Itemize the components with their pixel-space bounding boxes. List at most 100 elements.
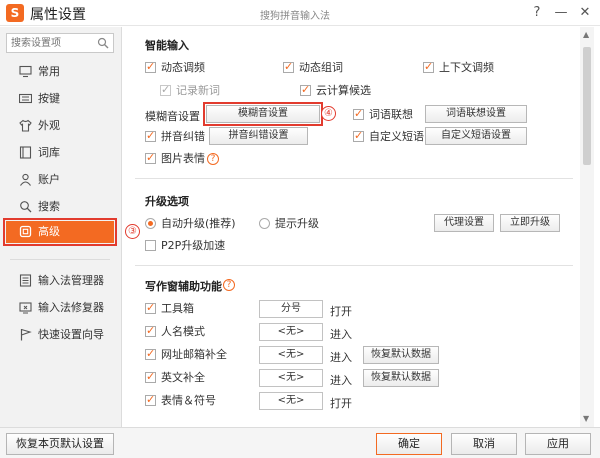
toolbox-hotkey-field[interactable]: 分号 [259, 300, 323, 318]
fuzzy-setting-button[interactable]: 模糊音设置 [203, 102, 323, 126]
ok-button[interactable]: 确定 [376, 433, 442, 455]
assist-row-checkbox[interactable]: 人名模式 [145, 324, 205, 339]
content-scrollbar[interactable]: ▲ ▼ [580, 27, 594, 427]
upgrade-now-button[interactable]: 立即升级 [500, 214, 560, 232]
checkbox-label: P2P升级加速 [161, 239, 226, 252]
sidebar-item-label: 外观 [38, 119, 60, 132]
url-email-hotkey-field[interactable]: <无> [259, 346, 323, 364]
checkbox-label: 工具箱 [161, 302, 194, 315]
title-bar: S 属性设置 搜狗拼音输入法 ? — ✕ [0, 0, 600, 26]
dynamic-words-checkbox[interactable]: 动态组词 [283, 60, 343, 75]
scroll-thumb[interactable] [583, 47, 591, 165]
checkbox-checked-icon [145, 370, 156, 383]
sidebar-item-account[interactable]: 账户 [6, 169, 114, 191]
assist-row-action: 进入 [330, 351, 352, 364]
radio-label: 自动升级(推荐) [161, 217, 236, 230]
checkbox-checked-icon [353, 107, 364, 120]
checkbox-checked-icon [145, 301, 156, 314]
custom-phrase-settings-button[interactable]: 自定义短语设置 [425, 127, 527, 145]
step-marker-4: ④ [321, 106, 336, 121]
section-divider [135, 265, 573, 266]
checkbox-label: 网址邮箱补全 [161, 348, 227, 361]
assist-row-action: 打开 [330, 305, 352, 318]
restore-default-data-button[interactable]: 恢复默认数据 [363, 369, 439, 387]
sidebar-tool-wizard[interactable]: 快速设置向导 [6, 324, 114, 346]
checkbox-checked-icon [160, 83, 171, 96]
auto-upgrade-radio[interactable]: 自动升级(推荐) [145, 217, 236, 231]
dynamic-freq-checkbox[interactable]: 动态调频 [145, 60, 205, 75]
section-title-upgrade: 升级选项 [145, 195, 189, 208]
help-button[interactable]: ? [528, 4, 546, 22]
word-assoc-checkbox[interactable]: 词语联想 [353, 107, 413, 122]
search-icon [20, 201, 32, 213]
minimize-button[interactable]: — [552, 4, 570, 22]
book-icon [19, 146, 32, 159]
emoji-help-icon[interactable]: ? [207, 153, 219, 165]
sidebar-item-label: 账户 [38, 173, 60, 186]
checkbox-checked-icon [145, 347, 156, 360]
pinyin-correct-settings-button[interactable]: 拼音纠错设置 [209, 127, 308, 145]
sidebar-item-label: 快速设置向导 [38, 328, 104, 341]
assist-row-checkbox[interactable]: 工具箱 [145, 301, 194, 316]
assist-help-icon[interactable]: ? [223, 279, 235, 291]
scroll-down-icon[interactable]: ▼ [583, 415, 591, 423]
checkbox-checked-icon [145, 60, 156, 73]
apply-button[interactable]: 应用 [525, 433, 591, 455]
checkbox-label: 动态组词 [299, 61, 343, 74]
sidebar-item-common[interactable]: 常用 [6, 61, 114, 83]
section-title-assist: 写作窗辅助功能 [145, 280, 222, 293]
assist-row-action: 进入 [330, 328, 352, 341]
sidebar-item-search[interactable]: 搜索 [6, 196, 114, 218]
emoji-symbol-hotkey-field[interactable]: <无> [259, 392, 323, 410]
display-icon [19, 65, 32, 78]
cancel-button[interactable]: 取消 [451, 433, 517, 455]
record-new-words-checkbox[interactable]: 记录新词 [160, 83, 220, 98]
checkbox-checked-icon [283, 60, 294, 73]
search-input[interactable] [7, 34, 93, 52]
advanced-icon [19, 225, 32, 238]
proxy-settings-button[interactable]: 代理设置 [434, 214, 494, 232]
window-subtitle: 搜狗拼音输入法 [260, 11, 330, 22]
search-box [6, 33, 114, 53]
radio-selected-icon [145, 218, 156, 229]
checkbox-unchecked-icon [145, 240, 156, 251]
restore-default-data-button[interactable]: 恢复默认数据 [363, 346, 439, 364]
pinyin-correct-checkbox[interactable]: 拼音纠错 [145, 129, 205, 144]
sidebar-item-keys[interactable]: 按键 [6, 88, 114, 110]
close-button[interactable]: ✕ [576, 4, 594, 22]
sidebar-item-lexicon[interactable]: 词库 [6, 142, 114, 164]
sidebar-item-advanced[interactable]: 高级 [3, 218, 117, 246]
english-complete-hotkey-field[interactable]: <无> [259, 369, 323, 387]
checkbox-label: 词语联想 [369, 108, 413, 121]
sidebar-item-appearance[interactable]: 外观 [6, 115, 114, 137]
prompt-upgrade-radio[interactable]: 提示升级 [259, 217, 319, 231]
word-assoc-settings-button[interactable]: 词语联想设置 [425, 105, 527, 123]
assist-row-checkbox[interactable]: 网址邮箱补全 [145, 347, 227, 362]
checkbox-label: 自定义短语 [369, 130, 424, 143]
cloud-candidates-checkbox[interactable]: 云计算候选 [300, 83, 371, 98]
scroll-up-icon[interactable]: ▲ [583, 31, 591, 39]
p2p-accel-checkbox[interactable]: P2P升级加速 [145, 239, 225, 253]
checkbox-checked-icon [300, 83, 311, 96]
name-mode-hotkey-field[interactable]: <无> [259, 323, 323, 341]
search-icon[interactable] [97, 37, 109, 49]
custom-phrase-checkbox[interactable]: 自定义短语 [353, 129, 424, 144]
restore-page-defaults-button[interactable]: 恢复本页默认设置 [6, 433, 114, 455]
emoji-image-checkbox[interactable]: 图片表情 [145, 151, 205, 166]
checkbox-label: 人名模式 [161, 325, 205, 338]
sidebar-tool-repair[interactable]: 输入法修复器 [6, 297, 114, 319]
checkbox-label: 英文补全 [161, 371, 205, 384]
context-freq-checkbox[interactable]: 上下文调频 [423, 60, 494, 75]
checkbox-label: 动态调频 [161, 61, 205, 74]
sidebar: 常用 按键 外观 词库 账户 搜索 高级 输入法管理器 输入法修复器 快速设置向… [0, 27, 122, 427]
assist-row-action: 进入 [330, 374, 352, 387]
keyboard-icon [19, 93, 32, 104]
checkbox-label: 云计算候选 [316, 84, 371, 97]
manager-icon [19, 274, 32, 287]
assist-row-checkbox[interactable]: 表情＆符号 [145, 393, 216, 408]
sidebar-item-label: 词库 [38, 146, 60, 159]
shirt-icon [19, 119, 32, 132]
assist-row-checkbox[interactable]: 英文补全 [145, 370, 205, 385]
sidebar-tool-manager[interactable]: 输入法管理器 [6, 270, 114, 292]
checkbox-checked-icon [423, 60, 434, 73]
